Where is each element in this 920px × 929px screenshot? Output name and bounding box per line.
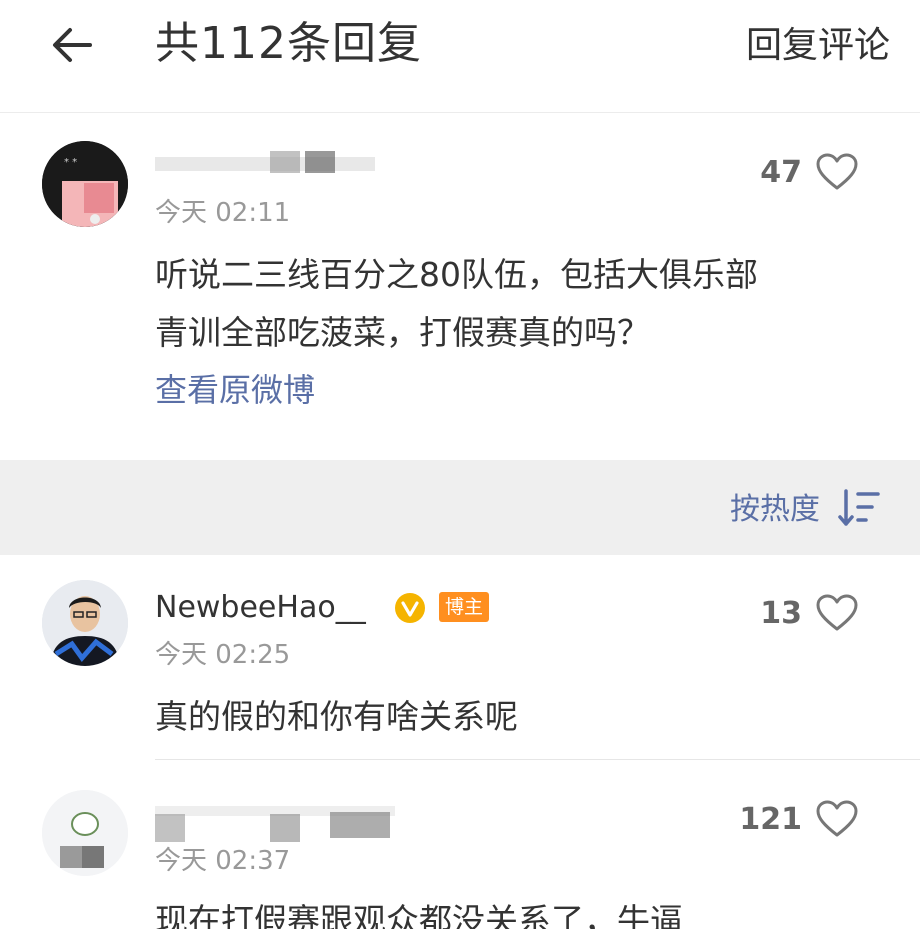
arrow-left-icon xyxy=(53,28,92,62)
sort-by-hot-button[interactable]: 按热度 xyxy=(730,490,820,530)
heart-outline-icon xyxy=(816,153,858,190)
comment-content: 真的假的和你有啥关系呢 xyxy=(155,697,518,736)
reply-item: 今天 02:37 121 现在打假赛跟观众都没关系了，牛逼 xyxy=(0,762,920,929)
avatar-image: * * xyxy=(42,141,128,227)
back-button[interactable] xyxy=(44,20,100,70)
heart-outline-icon xyxy=(816,800,858,837)
like-control[interactable]: 13 xyxy=(760,594,858,632)
comment-time: 今天 02:11 xyxy=(155,198,291,228)
avatar-image xyxy=(42,580,128,666)
like-count: 13 xyxy=(760,595,802,631)
avatar-image xyxy=(42,790,128,876)
like-control[interactable]: 47 xyxy=(760,153,858,191)
like-count: 121 xyxy=(739,801,802,837)
avatar[interactable] xyxy=(42,790,128,876)
verified-v-icon xyxy=(395,593,425,623)
reply-comment-button[interactable]: 回复评论 xyxy=(746,18,890,74)
username-masked[interactable] xyxy=(155,796,415,842)
comment-time: 今天 02:25 xyxy=(155,640,291,670)
svg-text:* *: * * xyxy=(64,157,77,168)
comment-time: 今天 02:37 xyxy=(155,846,291,876)
comment-content: 听说二三线百分之80队伍，包括大俱乐部 青训全部吃菠菜，打假赛真的吗？ xyxy=(155,246,875,362)
reply-item: NewbeeHao__ 博主 今天 02:25 13 真的假的和你有啥关系呢 xyxy=(0,556,920,761)
main-comment: * * 今天 02:11 47 听说二三线百分之80队伍，包括大俱乐部 青训全部… xyxy=(0,113,920,460)
avatar[interactable]: * * xyxy=(42,141,128,227)
view-original-link[interactable]: 查看原微博 xyxy=(155,368,315,412)
comment-line-2: 青训全部吃菠菜，打假赛真的吗？ xyxy=(155,313,650,352)
divider xyxy=(155,759,920,760)
top-bar: 共112条回复 回复评论 xyxy=(0,0,920,113)
like-count: 47 xyxy=(760,154,802,190)
page-title: 共112条回复 xyxy=(155,18,422,69)
comment-content: 现在打假赛跟观众都没关系了，牛逼 xyxy=(155,901,683,929)
avatar[interactable] xyxy=(42,580,128,666)
username[interactable]: NewbeeHao__ xyxy=(155,588,366,628)
sort-bar: 按热度 xyxy=(0,460,920,555)
sort-descending-icon[interactable] xyxy=(838,488,882,528)
heart-outline-icon xyxy=(816,594,858,631)
like-control[interactable]: 121 xyxy=(739,800,858,838)
app-root: 共112条回复 回复评论 * * 今天 02:11 47 听说二三线百分之80队… xyxy=(0,0,920,929)
comment-line-1: 听说二三线百分之80队伍，包括大俱乐部 xyxy=(155,255,758,294)
blogger-badge: 博主 xyxy=(439,592,490,622)
